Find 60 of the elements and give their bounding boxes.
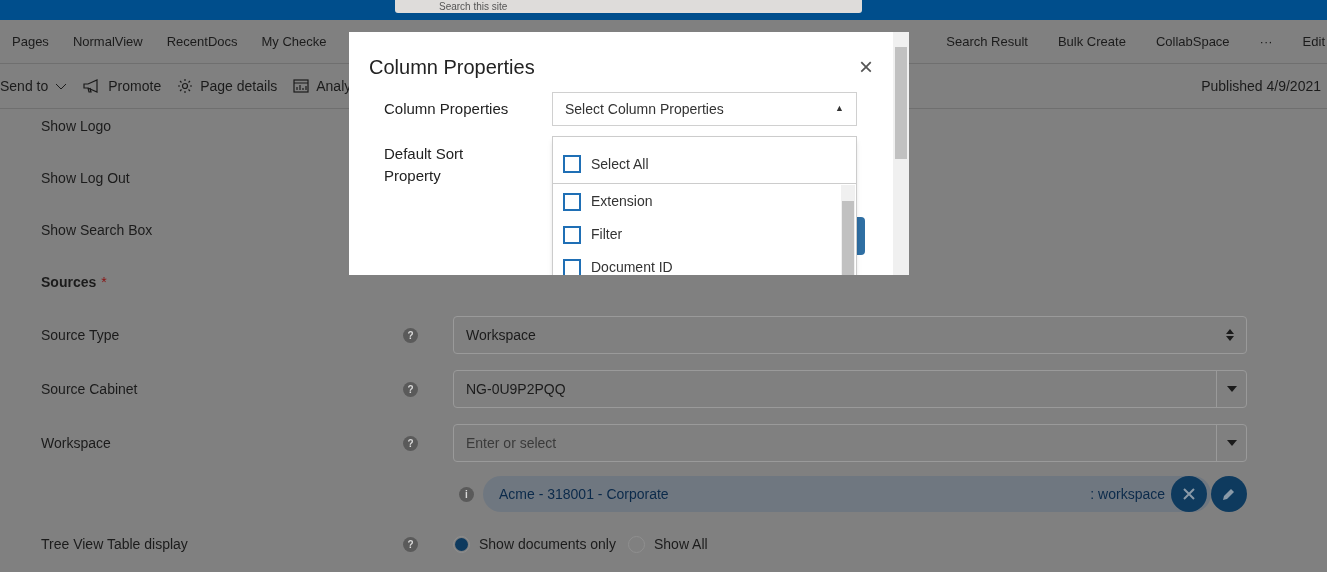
pencil-icon	[1222, 487, 1236, 501]
field-label: Column Properties	[384, 98, 510, 119]
select-field[interactable]: Select Column Properties ▲	[552, 92, 857, 126]
scrollbar[interactable]	[893, 32, 909, 275]
field-label: Tree View Table display	[41, 534, 188, 554]
caret-icon	[1226, 440, 1237, 446]
nav-link[interactable]: Search Result	[931, 31, 1043, 52]
select-field[interactable]: Workspace	[453, 316, 1247, 354]
checkbox[interactable]	[563, 225, 581, 244]
sort-arrows-icon	[1226, 329, 1234, 341]
search-field[interactable]: Search this site	[395, 0, 862, 13]
help-icon[interactable]: ?	[403, 435, 418, 451]
scrollbar[interactable]	[841, 185, 855, 275]
checkbox-option[interactable]: Document ID	[553, 251, 840, 275]
chart-icon	[293, 79, 310, 93]
edit-button[interactable]	[1211, 476, 1247, 512]
section-heading: Sources	[41, 272, 97, 292]
toolbar-button[interactable]: Promote	[83, 75, 162, 97]
required-mark: *	[101, 272, 107, 292]
close-button[interactable]: ×	[859, 55, 873, 79]
help-icon[interactable]: ?	[403, 381, 418, 397]
checkbox-option[interactable]: Extension	[553, 185, 840, 218]
checkbox[interactable]	[563, 258, 581, 275]
gear-icon	[177, 78, 194, 94]
field-label: Workspace	[41, 433, 111, 453]
chevron-down-icon	[55, 82, 68, 90]
nav-link[interactable]: ···	[1244, 31, 1288, 52]
checkbox-option[interactable]: Filter	[553, 218, 840, 251]
combo-field[interactable]: NG-0U9P2PQQ	[453, 370, 1247, 408]
field-label: Source Type	[41, 325, 120, 345]
field-label: Show Search Box	[41, 220, 153, 240]
nav-link[interactable]: Bulk Create	[1042, 31, 1141, 52]
toolbar-button[interactable]: Send to	[0, 75, 68, 97]
nav-link[interactable]: My Checke	[249, 31, 339, 52]
publish-status: Published 4/9/2021	[1201, 76, 1322, 96]
checkbox[interactable]	[563, 192, 581, 211]
toolbar-button[interactable]: Page details	[177, 75, 278, 97]
radio-option[interactable]: Show All	[627, 533, 708, 555]
field-label: Show Logo	[41, 116, 112, 136]
help-icon[interactable]: ?	[403, 536, 418, 552]
field-label: Source Cabinet	[41, 379, 138, 399]
toolbar-button[interactable]: Analy	[293, 75, 352, 97]
caret-icon	[1226, 386, 1237, 392]
field-label: Default Sort Property	[384, 144, 465, 186]
nav-link[interactable]: Edit	[1287, 31, 1327, 52]
caret-icon: ▲	[835, 102, 844, 116]
combo-field[interactable]: Enter or select	[453, 424, 1247, 462]
chip-name: Acme - 318001 - Corporate	[499, 484, 669, 504]
nav-link[interactable]: Pages	[0, 31, 61, 52]
nav-link[interactable]: CollabSpace	[1140, 31, 1245, 52]
nav-link[interactable]: NormalView	[60, 31, 155, 52]
field-label: Show Log Out	[41, 168, 130, 188]
info-icon[interactable]: i	[459, 486, 474, 502]
chip-type: : workspace	[1090, 484, 1165, 504]
help-icon[interactable]: ?	[403, 327, 418, 343]
radio-option[interactable]: Show documents only	[453, 533, 616, 555]
nav-link[interactable]: RecentDocs	[154, 31, 250, 52]
checkbox[interactable]	[563, 155, 581, 173]
dialog-title: Column Properties	[369, 55, 535, 80]
close-icon	[1183, 488, 1195, 500]
